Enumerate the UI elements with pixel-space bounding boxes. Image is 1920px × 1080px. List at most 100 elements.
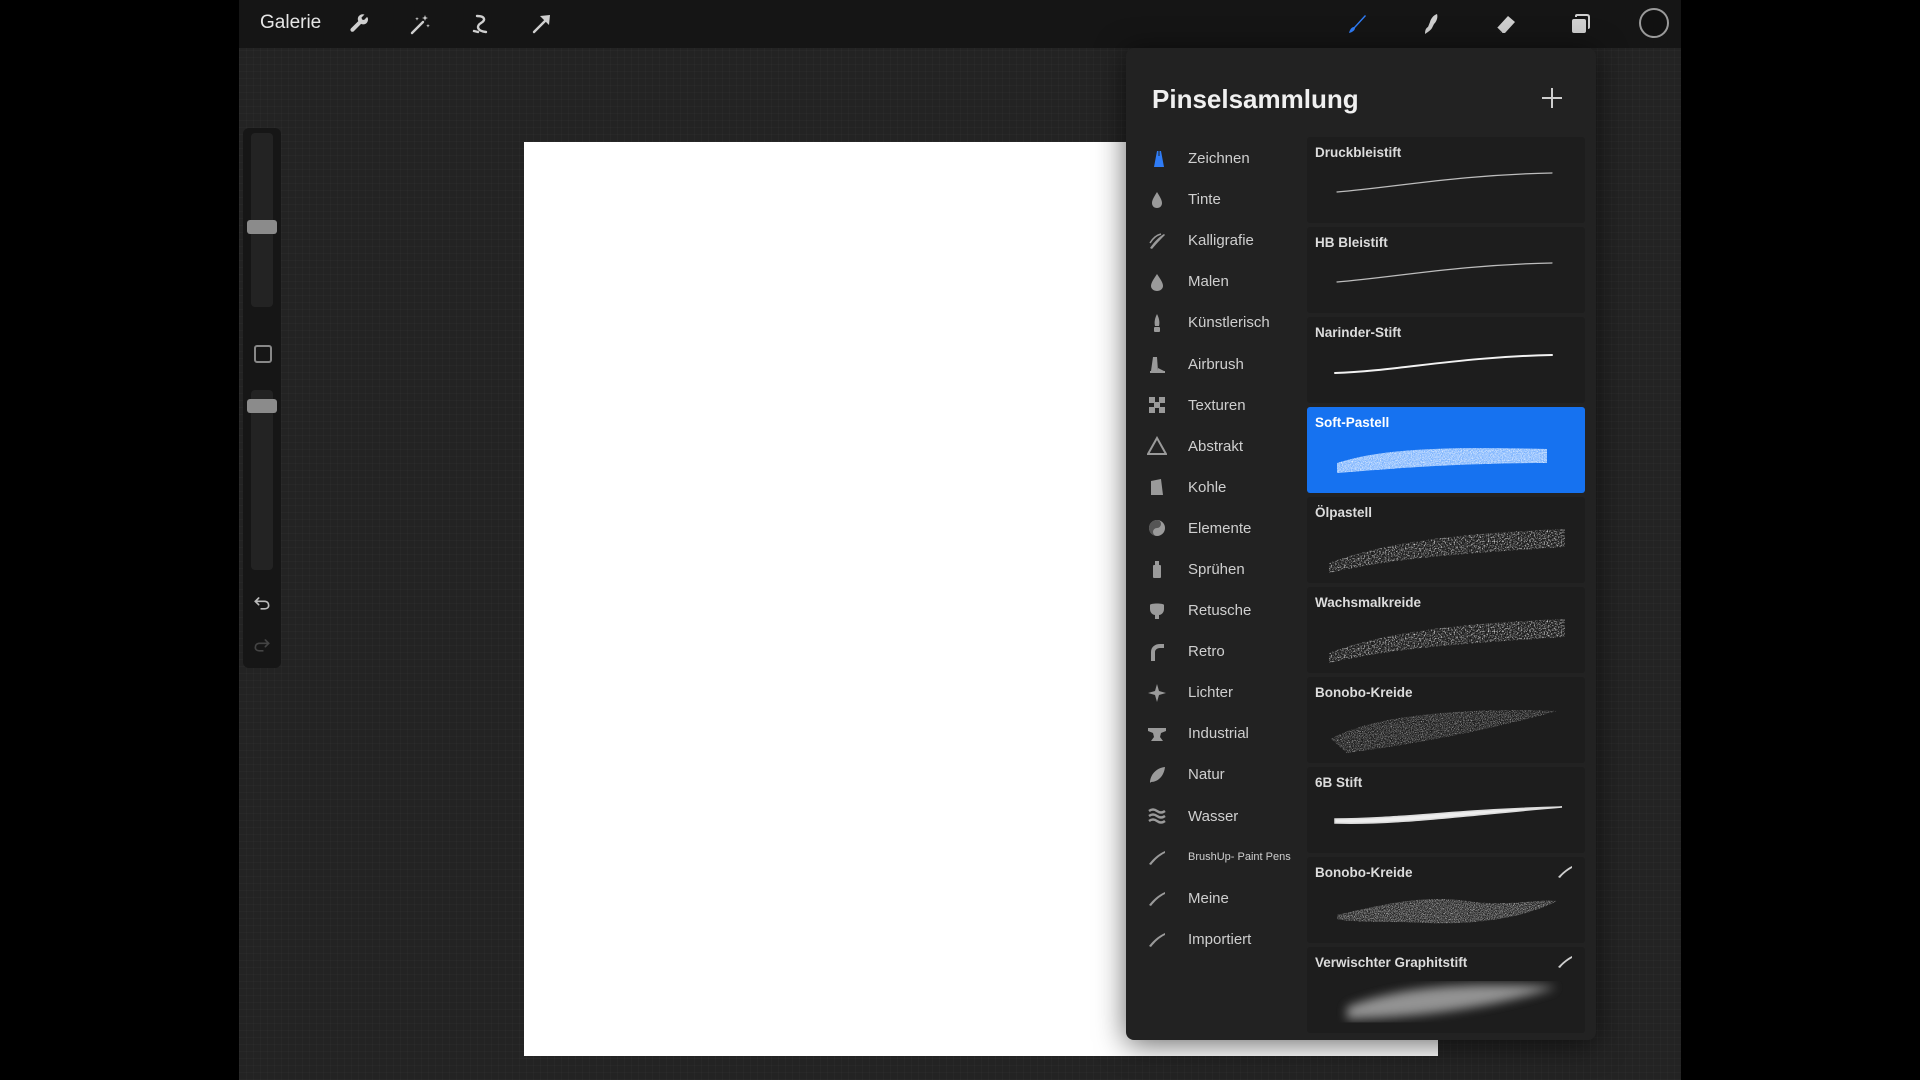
layers-icon[interactable] (1566, 10, 1594, 38)
brush-item[interactable]: Verwischter Graphitstift (1307, 947, 1585, 1033)
retouch-icon (1146, 600, 1168, 622)
brush-name: Bonobo-Kreide (1315, 685, 1413, 700)
calligraphy-icon (1146, 230, 1168, 252)
brush-library-panel: Pinselsammlung Zeichnen Tinte Kalligrafie M… (1126, 48, 1596, 1040)
top-toolbar: Galerie (239, 0, 1681, 48)
brush-stroke-icon (1146, 846, 1168, 868)
brush-name: Narinder-Stift (1315, 325, 1402, 340)
brush-name: Verwischter Graphitstift (1315, 955, 1468, 970)
category-item[interactable]: Airbrush (1126, 343, 1306, 384)
category-label: Elemente (1188, 519, 1252, 537)
ink-drop-icon (1146, 189, 1168, 211)
category-item[interactable]: Meine (1126, 878, 1306, 919)
category-item[interactable]: Kohle (1126, 467, 1306, 508)
triangle-icon (1146, 435, 1168, 457)
add-brush-set-icon[interactable] (1538, 84, 1566, 112)
category-label: Künstlerisch (1188, 314, 1270, 332)
category-item[interactable]: Sprühen (1126, 549, 1306, 590)
left-sidebar (243, 128, 281, 668)
category-label: Importiert (1188, 930, 1252, 948)
procreate-app: Galerie Pinselsammlung Zeichnen Tinte Ka… (239, 0, 1681, 1080)
brush-size-handle[interactable] (247, 220, 277, 234)
category-item[interactable]: Kalligrafie (1126, 220, 1306, 261)
opacity-handle[interactable] (247, 399, 277, 413)
magic-wand-icon[interactable] (406, 10, 434, 38)
brush-name: Soft-Pastell (1315, 415, 1390, 430)
pencil-tip-icon (1146, 148, 1168, 170)
category-label: Retro (1188, 643, 1225, 661)
category-item[interactable]: Retusche (1126, 590, 1306, 631)
retro-icon (1146, 641, 1168, 663)
eraser-icon[interactable] (1492, 10, 1520, 38)
redo-icon[interactable] (251, 634, 273, 656)
brush-name: Druckbleistift (1315, 145, 1402, 160)
transform-arrow-icon[interactable] (527, 10, 555, 38)
category-label: Zeichnen (1188, 150, 1250, 168)
category-item[interactable]: Texturen (1126, 385, 1306, 426)
brush-item[interactable]: Wachsmalkreide (1307, 587, 1585, 673)
undo-icon[interactable] (251, 592, 273, 614)
category-item[interactable]: Industrial (1126, 713, 1306, 754)
brush-item[interactable]: Ölpastell (1307, 497, 1585, 583)
brush-item[interactable]: Soft-Pastell (1307, 407, 1585, 493)
category-label: Natur (1188, 766, 1225, 784)
modify-button[interactable] (254, 345, 272, 363)
category-label: Industrial (1188, 725, 1249, 743)
spray-can-icon (1146, 558, 1168, 580)
category-label: Malen (1188, 273, 1229, 291)
category-item[interactable]: Tinte (1126, 179, 1306, 220)
category-item[interactable]: Elemente (1126, 508, 1306, 549)
category-item[interactable]: Abstrakt (1126, 426, 1306, 467)
category-item[interactable]: Zeichnen (1126, 138, 1306, 179)
artistic-brush-icon (1146, 312, 1168, 334)
category-label: Kalligrafie (1188, 232, 1254, 250)
brush-name: Bonobo-Kreide (1315, 865, 1413, 880)
category-label: Abstrakt (1188, 437, 1244, 455)
texture-icon (1146, 394, 1168, 416)
category-item[interactable]: Malen (1126, 261, 1306, 302)
smudge-icon[interactable] (1417, 10, 1445, 38)
wrench-icon[interactable] (345, 10, 373, 38)
category-label: Kohle (1188, 478, 1227, 496)
brush-name: Wachsmalkreide (1315, 595, 1422, 610)
imported-brush-icon (1557, 865, 1573, 879)
airbrush-icon (1146, 353, 1168, 375)
brush-item[interactable]: HB Bleistift (1307, 227, 1585, 313)
category-label: Meine (1188, 889, 1229, 907)
category-item[interactable]: Retro (1126, 631, 1306, 672)
brush-stroke-icon (1146, 928, 1168, 950)
imported-brush-icon (1557, 955, 1573, 969)
category-label: Retusche (1188, 602, 1252, 620)
panel-title: Pinselsammlung (1152, 84, 1359, 114)
category-item[interactable]: Lichter (1126, 672, 1306, 713)
waves-icon (1146, 805, 1168, 827)
brush-item[interactable]: Bonobo-Kreide (1307, 857, 1585, 943)
brush-item[interactable]: Bonobo-Kreide (1307, 677, 1585, 763)
yin-yang-icon (1146, 517, 1168, 539)
brush-item[interactable]: Narinder-Stift (1307, 317, 1585, 403)
brush-name: 6B Stift (1315, 775, 1363, 790)
category-label: Texturen (1188, 396, 1246, 414)
brush-list: Druckbleistift HB Bleistift Narinder-Stift… (1307, 137, 1585, 1037)
opacity-slider[interactable] (251, 390, 273, 570)
brush-item[interactable]: Druckbleistift (1307, 137, 1585, 223)
category-label: Sprühen (1188, 560, 1245, 578)
category-item[interactable]: BrushUp- Paint Pens (1126, 837, 1306, 878)
sparkle-icon (1146, 682, 1168, 704)
category-item[interactable]: Wasser (1126, 796, 1306, 837)
brush-stroke-icon (1146, 887, 1168, 909)
category-label: BrushUp- Paint Pens (1188, 851, 1291, 864)
category-item[interactable]: Künstlerisch (1126, 302, 1306, 343)
paint-drop-icon (1146, 271, 1168, 293)
category-item[interactable]: Natur (1126, 754, 1306, 795)
charcoal-icon (1146, 476, 1168, 498)
color-picker-button[interactable] (1639, 8, 1669, 38)
category-item[interactable]: Importiert (1126, 919, 1306, 960)
category-label: Wasser (1188, 807, 1239, 825)
brush-icon[interactable] (1343, 10, 1371, 38)
brush-name: HB Bleistift (1315, 235, 1388, 250)
selection-icon[interactable] (467, 10, 495, 38)
gallery-button[interactable]: Galerie (260, 12, 321, 34)
brush-name: Ölpastell (1315, 505, 1373, 520)
brush-item[interactable]: 6B Stift (1307, 767, 1585, 853)
